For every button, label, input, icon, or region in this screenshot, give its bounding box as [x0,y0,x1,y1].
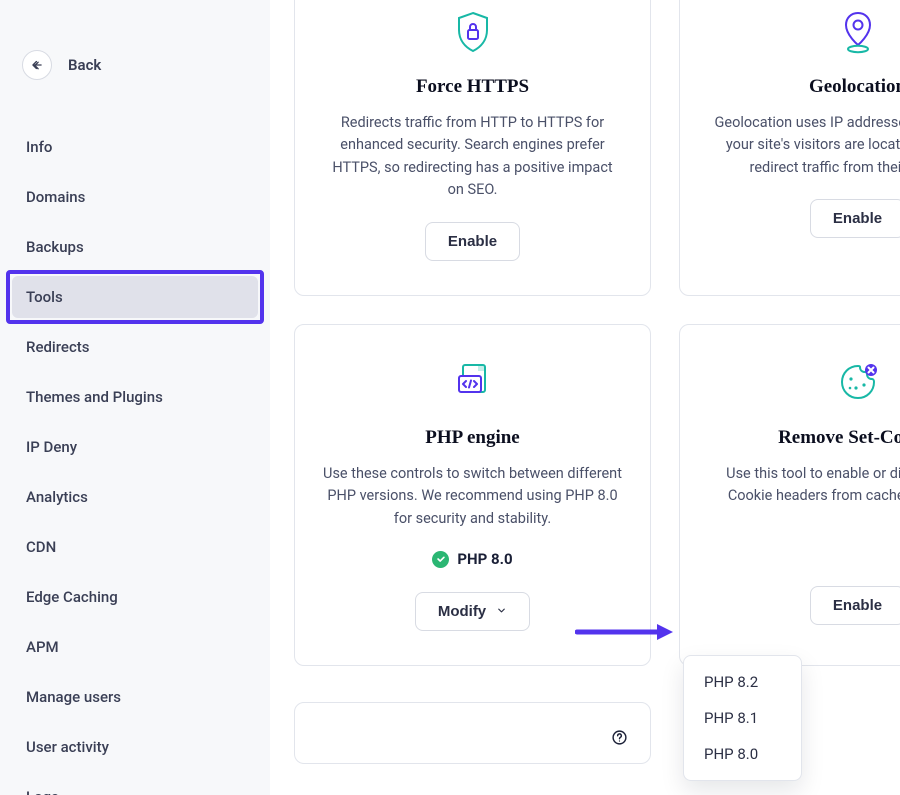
sidebar-item-tools[interactable]: Tools [12,276,258,318]
button-label: Enable [833,210,882,227]
card-force-https: Force HTTPS Redirects traffic from HTTP … [294,0,651,296]
modify-button[interactable]: Modify [415,592,530,631]
card-partial-bottom [294,702,651,764]
sidebar-item-label: Backups [26,238,84,256]
card-description: Use this tool to enable or disable the S… [708,463,900,508]
sidebar-item-label: Logs [26,788,59,795]
sidebar-item-backups[interactable]: Backups [12,226,258,268]
enable-button[interactable]: Enable [810,586,900,625]
dropdown-option[interactable]: PHP 8.2 [684,664,801,700]
sidebar-item-edge-caching[interactable]: Edge Caching [12,576,258,618]
sidebar-item-label: User activity [26,738,109,756]
sidebar-item-label: APM [26,638,59,656]
sidebar-item-ip-deny[interactable]: IP Deny [12,426,258,468]
sidebar-item-label: Domains [26,188,85,206]
sidebar-item-label: Manage users [26,688,121,706]
sidebar-item-label: Tools [26,288,63,306]
card-row-2: PHP engine Use these controls to switch … [294,324,900,666]
sidebar-item-domains[interactable]: Domains [12,176,258,218]
cookie-icon [836,361,880,405]
sidebar-item-analytics[interactable]: Analytics [12,476,258,518]
button-label: Enable [448,233,497,250]
sidebar-item-label: Redirects [26,338,90,356]
back-button[interactable] [22,50,52,80]
shield-lock-icon [453,10,493,54]
button-label: Modify [438,603,486,620]
sidebar: Back Info Domains Backups Tools Redirect… [0,0,270,795]
button-label: Enable [833,597,882,614]
enable-button[interactable]: Enable [425,222,520,261]
card-title: Remove Set-Cookie [708,427,900,449]
sidebar-item-label: Analytics [26,488,88,506]
card-title: Geolocation [708,76,900,98]
card-remove-set-cookie: Remove Set-Cookie Use this tool to enabl… [679,324,900,666]
card-title: PHP engine [323,427,622,449]
sidebar-item-apm[interactable]: APM [12,626,258,668]
help-circle-icon[interactable] [611,729,628,750]
card-title: Force HTTPS [323,76,622,98]
sidebar-item-label: IP Deny [26,438,77,456]
dropdown-option[interactable]: PHP 8.1 [684,700,801,736]
enable-button[interactable]: Enable [810,199,900,238]
card-geolocation: Geolocation Geolocation uses IP addresse… [679,0,900,296]
map-pin-icon [840,10,876,54]
sidebar-item-label: Edge Caching [26,588,118,606]
nav-list: Info Domains Backups Tools Redirects The… [12,126,258,795]
main-content: Force HTTPS Redirects traffic from HTTP … [270,0,900,795]
check-circle-icon [432,551,449,568]
code-file-icon [454,362,492,404]
sidebar-item-redirects[interactable]: Redirects [12,326,258,368]
php-status: PHP 8.0 [323,550,622,568]
sidebar-item-label: CDN [26,538,56,556]
card-description: Use these controls to switch between dif… [323,463,622,530]
sidebar-item-logs[interactable]: Logs [12,776,258,795]
card-row-1: Force HTTPS Redirects traffic from HTTP … [294,0,900,296]
sidebar-item-label: Info [26,138,52,156]
dropdown-option[interactable]: PHP 8.0 [684,736,801,772]
chevron-down-icon [496,603,507,620]
sidebar-item-themes-plugins[interactable]: Themes and Plugins [12,376,258,418]
sidebar-item-label: Themes and Plugins [26,388,163,406]
back-label: Back [68,56,101,74]
back-row: Back [12,50,258,80]
sidebar-item-user-activity[interactable]: User activity [12,726,258,768]
sidebar-active-highlight: Tools [6,270,264,324]
php-version-dropdown: PHP 8.2 PHP 8.1 PHP 8.0 [683,655,802,781]
card-php-engine: PHP engine Use these controls to switch … [294,324,651,666]
sidebar-item-manage-users[interactable]: Manage users [12,676,258,718]
sidebar-item-info[interactable]: Info [12,126,258,168]
card-description: Redirects traffic from HTTP to HTTPS for… [323,112,622,202]
card-description: Geolocation uses IP addresses to find wh… [708,112,900,179]
sidebar-item-cdn[interactable]: CDN [12,526,258,568]
arrow-left-icon [30,58,44,72]
php-version-label: PHP 8.0 [457,550,512,568]
